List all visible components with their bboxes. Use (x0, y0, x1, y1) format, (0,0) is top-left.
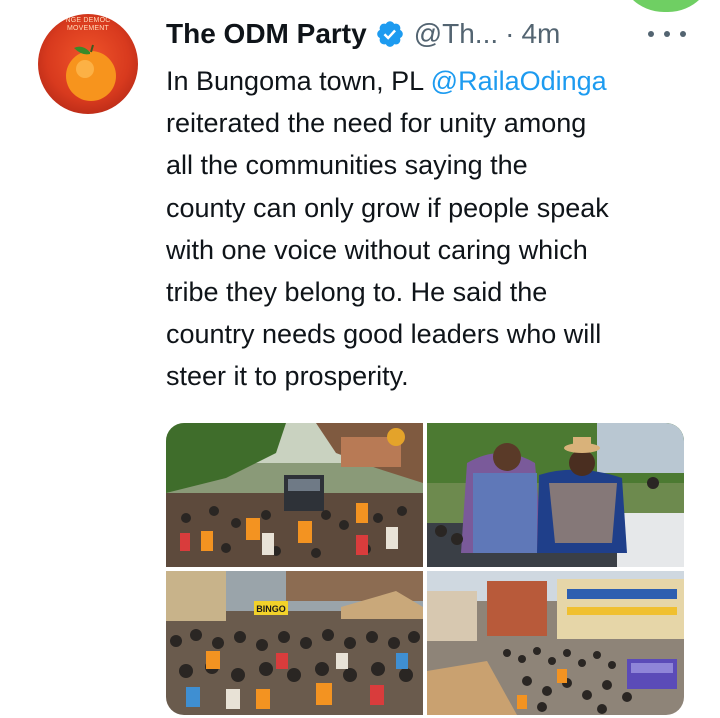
more-dot (664, 31, 670, 37)
tweet-line: In Bungoma town, PL @RailaOdinga (166, 60, 706, 102)
tweet-line: with one voice without caring which (166, 234, 588, 265)
author-name[interactable]: The ODM Party (166, 18, 367, 50)
avatar[interactable]: NGE DEMOC MOVEMENT (38, 14, 138, 114)
photo-crowd-shops[interactable]: BINGO (166, 571, 423, 715)
tweet-line: all the communities saying the (166, 150, 528, 181)
tweet-body: In Bungoma town, PL @RailaOdinga reitera… (166, 60, 706, 398)
tweet-line: steer it to prosperity. (166, 361, 409, 392)
photo-leaders-vehicle[interactable] (427, 423, 684, 567)
corner-action-badge[interactable] (618, 0, 714, 12)
header-separator: · (505, 18, 515, 49)
photo-street-aerial[interactable] (427, 571, 684, 715)
more-dot (680, 31, 686, 37)
tweet-line: tribe they belong to. He said the (166, 277, 548, 308)
more-options-icon[interactable] (648, 20, 686, 48)
tweet-line: country needs good leaders who will (166, 319, 602, 350)
tweet-line: county can only grow if people speak (166, 192, 609, 223)
verified-badge-icon (376, 21, 403, 47)
tweet-header: The ODM Party @Th... · 4m (166, 14, 560, 54)
more-dot (648, 31, 654, 37)
timestamp[interactable]: 4m (521, 18, 560, 50)
author-handle[interactable]: @Th... (414, 18, 498, 50)
shop-sign: BINGO (256, 604, 286, 614)
mention-link[interactable]: @RailaOdinga (431, 66, 607, 96)
tweet-line: reiterated the need for unity among (166, 108, 587, 139)
orange-logo-icon (66, 44, 116, 101)
photo-crowd-road[interactable] (166, 423, 423, 567)
tweet-text-segment: In Bungoma town, PL (166, 66, 431, 96)
media-grid: BINGO (166, 423, 684, 715)
